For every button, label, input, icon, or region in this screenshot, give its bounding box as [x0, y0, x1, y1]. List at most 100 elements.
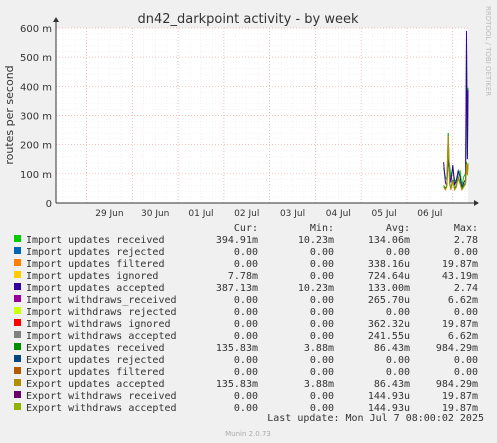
- legend-value: 0.00: [310, 259, 334, 270]
- legend-value: 0.00: [454, 355, 478, 366]
- legend-value: 0.00: [386, 247, 410, 258]
- legend-value: 19.87m: [442, 319, 478, 330]
- legend-header: Cur:: [234, 223, 258, 234]
- legend-value: 241.55u: [368, 331, 410, 342]
- legend-name: Export updates received: [26, 343, 164, 354]
- legend-value: 724.64u: [368, 271, 410, 282]
- legend-swatch: [14, 319, 21, 326]
- side-label: RRDTOOL / TOBI OETIKER: [484, 6, 492, 96]
- legend-value: 3.88m: [304, 343, 334, 354]
- legend-value: 338.16u: [368, 259, 410, 270]
- legend-value: 6.62m: [448, 331, 478, 342]
- legend-value: 362.32u: [368, 319, 410, 330]
- legend-value: 0.00: [310, 295, 334, 306]
- legend-value: 19.87m: [442, 391, 478, 402]
- legend-name: Import withdraws accepted: [26, 331, 177, 342]
- legend-value: 265.70u: [368, 295, 410, 306]
- legend-value: 133.00m: [368, 283, 410, 294]
- legend-swatch: [14, 271, 21, 278]
- legend-value: 0.00: [234, 247, 258, 258]
- legend-name: Import withdraws rejected: [26, 307, 177, 318]
- legend-swatch: [14, 403, 21, 410]
- x-tick-label: 03 Jul: [280, 209, 305, 219]
- y-tick-label: 400 m: [20, 82, 52, 93]
- plot-area: [56, 28, 468, 203]
- legend-value: 0.00: [310, 331, 334, 342]
- x-tick-label: 04 Jul: [326, 209, 351, 219]
- chart-title: dn42_darkpoint activity - by week: [137, 12, 358, 27]
- legend-value: 387.13m: [216, 283, 258, 294]
- chart: dn42_darkpoint activity - by week RRDTOO…: [0, 0, 497, 443]
- legend-value: 0.00: [310, 271, 334, 282]
- legend-value: 10.23m: [298, 235, 334, 246]
- legend-name: Import withdraws ignored: [26, 319, 171, 330]
- legend-value: 19.87m: [442, 259, 478, 270]
- legend-swatch: [14, 391, 21, 398]
- legend-name: Import updates ignored: [26, 271, 158, 282]
- legend-value: 0.00: [234, 403, 258, 414]
- x-tick-label: 01 Jul: [188, 209, 213, 219]
- legend-value: 144.93u: [368, 391, 410, 402]
- legend-header: Avg:: [386, 223, 410, 234]
- legend-header: Min:: [310, 223, 334, 234]
- legend-name: Export updates rejected: [26, 355, 164, 366]
- legend-value: 0.00: [310, 391, 334, 402]
- legend-value: 0.00: [310, 367, 334, 378]
- legend-value: 135.83m: [216, 343, 258, 354]
- legend-swatch: [14, 259, 21, 266]
- legend-value: 0.00: [234, 331, 258, 342]
- legend-name: Import updates accepted: [26, 283, 164, 294]
- y-tick-label: 0: [46, 199, 52, 210]
- legend-value: 135.83m: [216, 379, 258, 390]
- legend-value: 984.29m: [436, 343, 478, 354]
- legend-value: 2.74: [454, 283, 478, 294]
- x-tick-label: 06 Jul: [417, 209, 442, 219]
- legend-value: 394.91m: [216, 235, 258, 246]
- legend-value: 0.00: [234, 355, 258, 366]
- footer: Munin 2.0.73: [225, 430, 271, 438]
- legend-name: Import withdraws_received: [26, 295, 177, 306]
- legend-value: 0.00: [234, 259, 258, 270]
- legend-value: 0.00: [234, 295, 258, 306]
- legend-name: Export updates filtered: [26, 367, 164, 378]
- y-tick-label: 600 m: [20, 24, 52, 35]
- legend-name: Import updates received: [26, 235, 164, 246]
- legend-value: 0.00: [234, 307, 258, 318]
- legend-swatch: [14, 235, 21, 242]
- legend-value: 984.29m: [436, 379, 478, 390]
- legend-value: 0.00: [310, 355, 334, 366]
- legend-value: 3.88m: [304, 379, 334, 390]
- legend-swatch: [14, 307, 21, 314]
- legend-name: Import updates filtered: [26, 259, 164, 270]
- y-tick-label: 100 m: [20, 170, 52, 181]
- legend-value: 0.00: [454, 247, 478, 258]
- legend-swatch: [14, 295, 21, 302]
- x-tick-label: 29 Jun: [95, 209, 123, 219]
- legend-value: 6.62m: [448, 295, 478, 306]
- legend-value: 0.00: [310, 247, 334, 258]
- legend-swatch: [14, 283, 21, 290]
- legend-swatch: [14, 331, 21, 338]
- legend-value: 10.23m: [298, 283, 334, 294]
- legend-name: Import updates rejected: [26, 247, 164, 258]
- legend-name: Export withdraws accepted: [26, 403, 177, 414]
- x-tick-label: 30 Jun: [141, 209, 169, 219]
- legend-value: 0.00: [310, 319, 334, 330]
- legend-value: 0.00: [234, 319, 258, 330]
- legend-value: 0.00: [386, 367, 410, 378]
- y-axis-label: routes per second: [3, 65, 16, 164]
- legend-swatch: [14, 343, 21, 350]
- legend-value: 0.00: [386, 307, 410, 318]
- legend-value: 7.78m: [228, 271, 258, 282]
- x-tick-label: 02 Jul: [234, 209, 259, 219]
- legend-value: 0.00: [310, 307, 334, 318]
- legend-value: 43.19m: [442, 271, 478, 282]
- x-tick-label: 05 Jul: [372, 209, 397, 219]
- legend-value: 2.78: [454, 235, 478, 246]
- legend-value: 0.00: [234, 367, 258, 378]
- legend-value: 0.00: [454, 367, 478, 378]
- legend-header: Max:: [454, 223, 478, 234]
- legend-value: 86.43m: [374, 343, 410, 354]
- legend: Cur: Min: Avg: Max: Import updates received 3…: [14, 223, 478, 414]
- y-tick-label: 300 m: [20, 112, 52, 123]
